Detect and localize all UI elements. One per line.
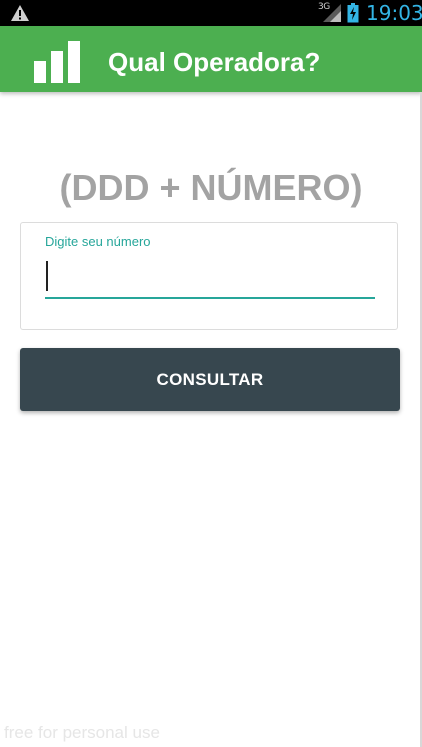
phone-input-card: Digite seu número	[20, 222, 398, 330]
status-time: 19:03	[366, 1, 422, 25]
phone-input-label: Digite seu número	[45, 234, 151, 249]
text-cursor	[46, 261, 48, 291]
app-bar: Qual Operadora?	[0, 26, 422, 92]
app-title: Qual Operadora?	[108, 47, 321, 77]
battery-charging-icon	[347, 3, 359, 23]
status-bar: 3G 19:03	[0, 0, 422, 26]
consult-button[interactable]: CONSULTAR	[20, 348, 400, 411]
signal-icon	[323, 4, 341, 22]
warning-icon	[11, 5, 29, 21]
page-heading: (DDD + NÚMERO)	[59, 167, 363, 208]
watermark-text: free for personal use	[4, 723, 160, 742]
phone-number-input[interactable]	[45, 257, 375, 299]
bar-chart-logo-icon	[34, 41, 80, 83]
